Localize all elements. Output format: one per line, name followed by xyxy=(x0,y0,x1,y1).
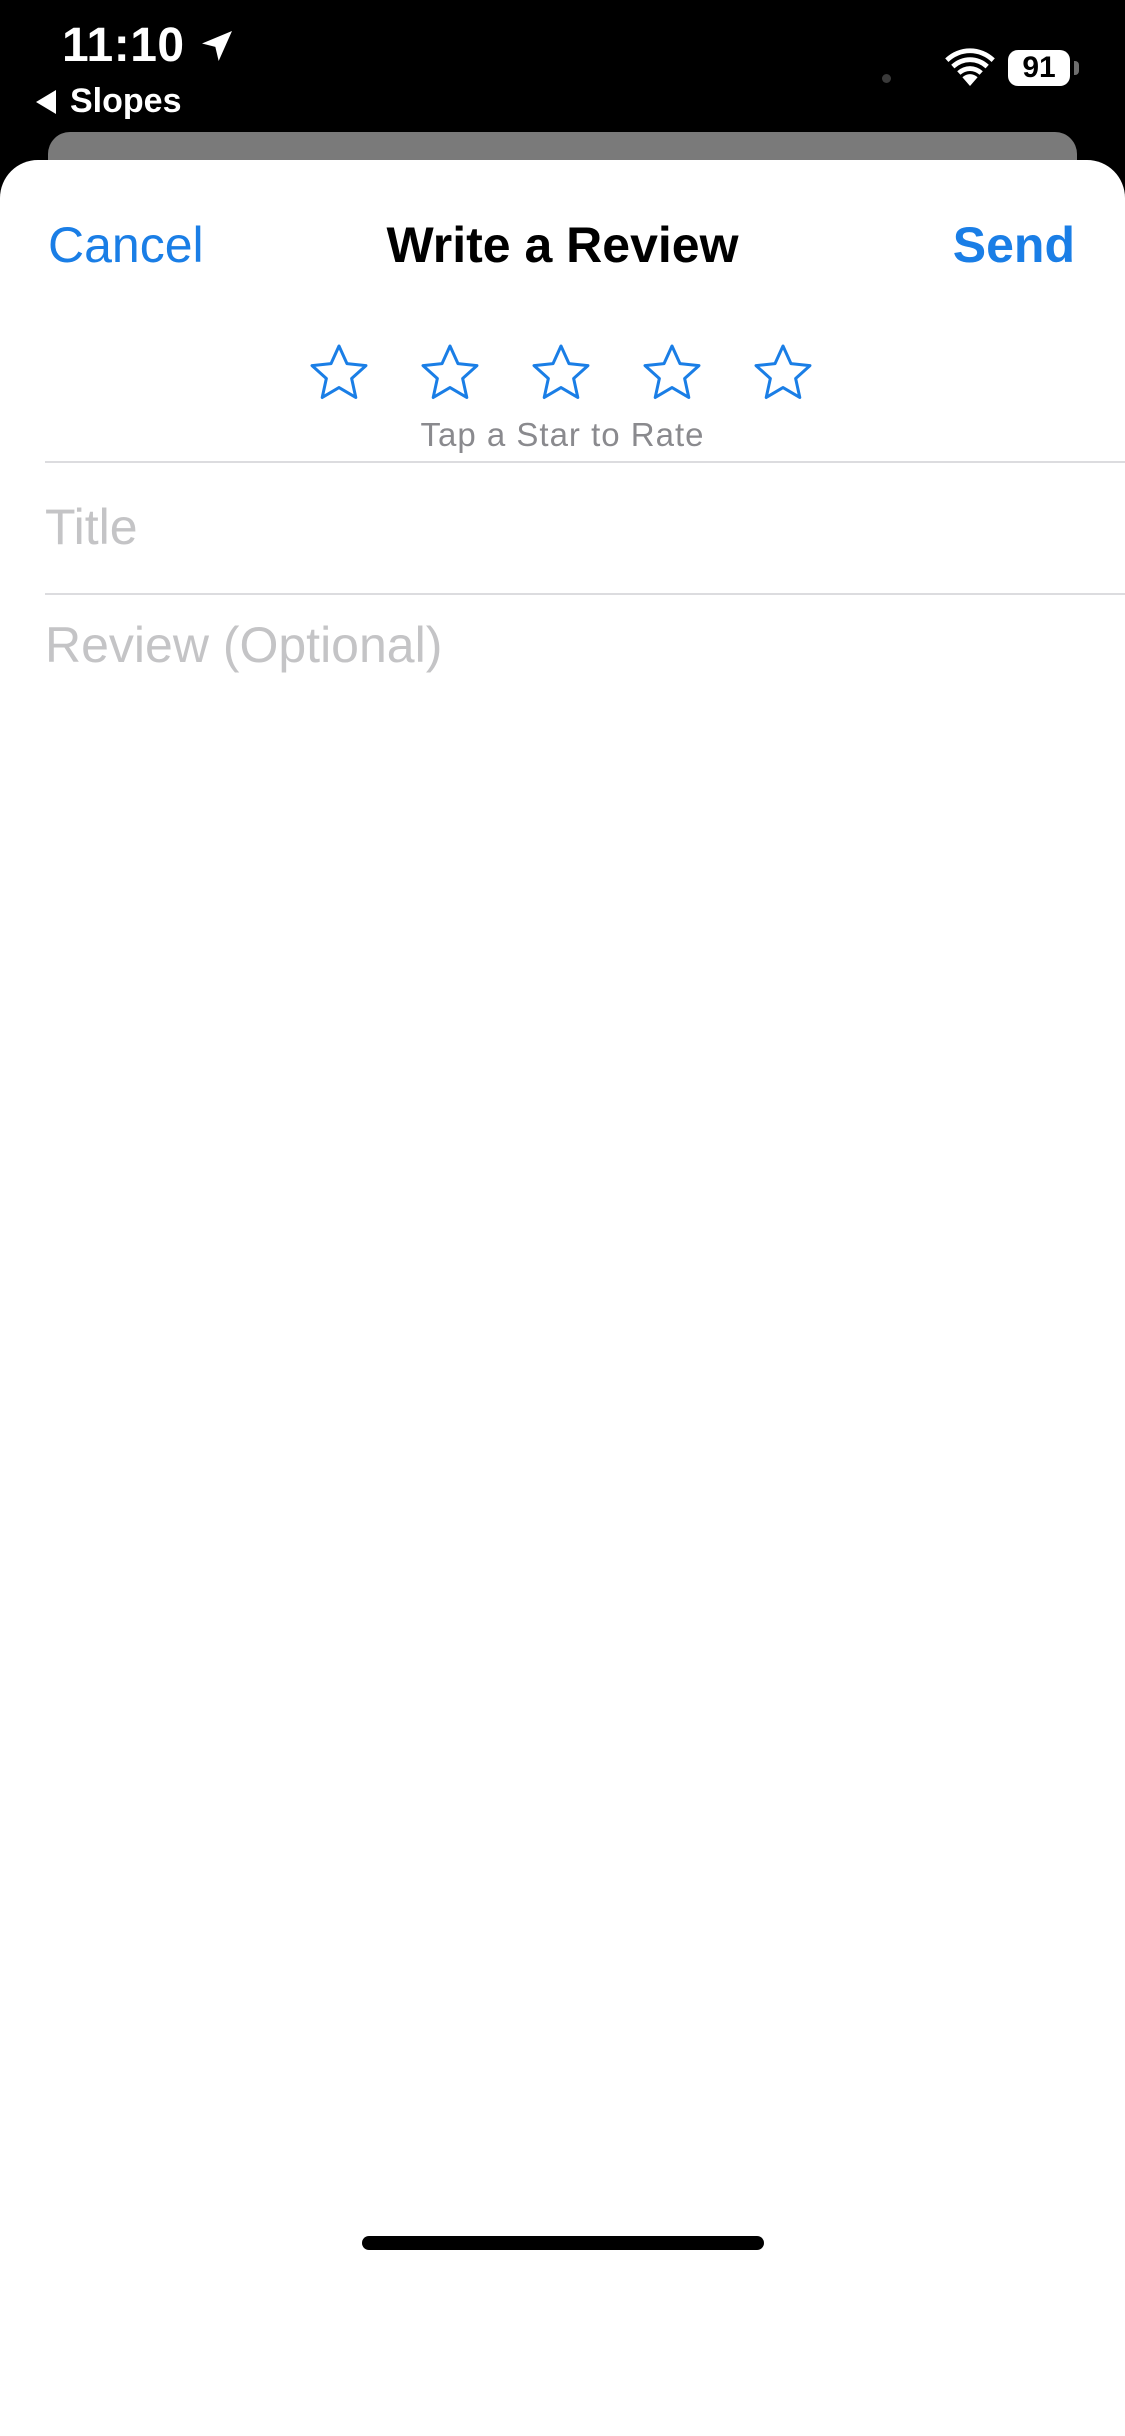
review-sheet: Cancel Write a Review Send Tap a Star to… xyxy=(0,160,1125,2436)
star-outline-icon xyxy=(754,344,812,399)
status-time: 11:10 xyxy=(62,18,237,73)
back-to-app-button[interactable]: Slopes xyxy=(36,82,181,121)
star-5-button[interactable] xyxy=(750,340,816,406)
screen: 11:10 Slopes 91 Cancel Write a Review Se… xyxy=(0,0,1125,2436)
star-1-button[interactable] xyxy=(306,340,372,406)
title-input[interactable] xyxy=(45,492,1085,562)
review-textarea[interactable] xyxy=(45,610,1085,2110)
divider-top xyxy=(45,461,1125,463)
star-outline-icon xyxy=(643,344,701,399)
status-time-text: 11:10 xyxy=(62,19,185,72)
star-2-button[interactable] xyxy=(417,340,483,406)
star-outline-icon xyxy=(310,344,368,399)
star-4-button[interactable] xyxy=(639,340,705,406)
star-rating xyxy=(306,340,816,406)
star-3-button[interactable] xyxy=(528,340,594,406)
rating-hint: Tap a Star to Rate xyxy=(420,416,705,453)
battery-cap xyxy=(1074,61,1079,75)
back-triangle-icon xyxy=(36,89,56,114)
back-app-label: Slopes xyxy=(70,82,182,120)
home-indicator[interactable] xyxy=(362,2236,764,2250)
location-arrow-icon xyxy=(201,30,232,61)
divider-middle xyxy=(45,593,1125,595)
camera-indicator xyxy=(882,74,891,83)
star-outline-icon xyxy=(421,344,479,399)
battery-level: 91 xyxy=(1022,51,1056,84)
star-outline-icon xyxy=(532,344,590,399)
cancel-button[interactable]: Cancel xyxy=(48,216,204,274)
wifi-icon xyxy=(945,48,995,86)
battery-indicator: 91 xyxy=(1008,50,1070,86)
send-button[interactable]: Send xyxy=(953,216,1075,274)
